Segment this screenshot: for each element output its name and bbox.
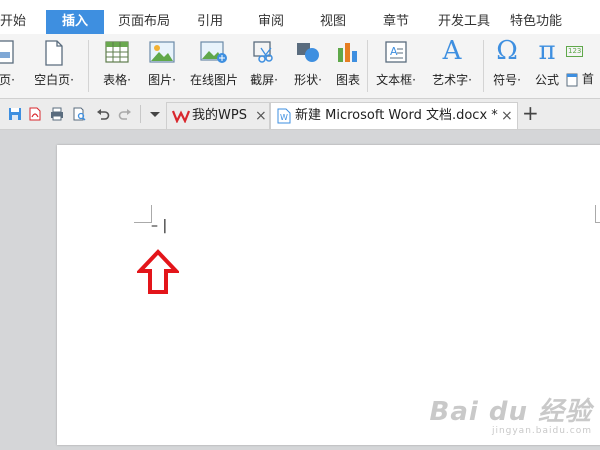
formula-button[interactable]: π 公式 (530, 34, 564, 98)
picture-button[interactable]: 图片· (142, 34, 182, 98)
header-footer-button[interactable]: 首 (566, 70, 600, 88)
table-icon (105, 41, 129, 63)
cover-page-icon (0, 40, 14, 64)
tab-page-layout-label: 页面布局 (118, 14, 171, 29)
tab-document-close[interactable]: × (501, 103, 513, 129)
textbox-button[interactable]: A 文本框· (370, 34, 422, 98)
tab-special-label: 特色功能 (510, 14, 563, 29)
red-arrow-icon (137, 249, 179, 294)
online-picture-icon (200, 41, 227, 63)
header-icon (566, 73, 578, 86)
word-doc-icon: W (277, 108, 291, 124)
svg-text:A: A (390, 45, 398, 58)
document-canvas: – | Bai du 经验 jingyan.baidu.com (0, 130, 600, 450)
save-icon[interactable] (8, 107, 22, 121)
wordart-button[interactable]: A 艺术字· (426, 34, 478, 98)
wordart-label: 艺术字· (432, 73, 472, 87)
number-badge-icon: 123 (566, 46, 584, 57)
table-label: 表格· (103, 73, 131, 87)
redo-icon[interactable] (118, 107, 132, 121)
tab-insert[interactable]: 插入 (46, 10, 104, 34)
tab-my-wps-label: 我的WPS (192, 108, 247, 123)
formula-icon: π (538, 36, 556, 66)
margin-mark-top-right (595, 205, 600, 223)
symbol-label: 符号· (493, 73, 521, 87)
menu-bar: 开始 插入 页面布局 引用 审阅 视图 章节 开发工具 特色功能 (0, 0, 600, 34)
picture-label: 图片· (148, 73, 176, 87)
tab-developer[interactable]: 开发工具 (438, 10, 490, 34)
table-button[interactable]: 表格· (96, 34, 138, 98)
screenshot-label: 截屏· (250, 73, 278, 87)
print-icon[interactable] (50, 107, 64, 121)
tab-document-label: 新建 Microsoft Word 文档.docx * (295, 108, 498, 123)
shapes-label: 形状· (294, 73, 322, 87)
shapes-button[interactable]: 形状· (288, 34, 328, 98)
screenshot-button[interactable]: 截屏· (244, 34, 284, 98)
dropdown-icon[interactable] (148, 107, 162, 121)
new-tab-button[interactable]: + (522, 101, 539, 125)
picture-icon (149, 41, 175, 63)
tab-document[interactable]: W 新建 Microsoft Word 文档.docx * × (270, 102, 518, 129)
tab-page-layout[interactable]: 页面布局 (118, 10, 170, 34)
wordart-icon: A (442, 36, 462, 66)
number-badge-button[interactable]: 123 (566, 42, 600, 57)
blank-page-label: 空白页· (34, 73, 74, 87)
margin-mark-top-left (134, 205, 152, 223)
export-pdf-icon[interactable] (28, 107, 42, 121)
ribbon-separator (483, 40, 484, 92)
online-picture-label: 在线图片 (189, 73, 238, 87)
svg-text:W: W (280, 113, 288, 122)
undo-icon[interactable] (96, 107, 110, 121)
tab-my-wps[interactable]: 我的WPS × (166, 102, 270, 129)
tab-section[interactable]: 章节 (383, 10, 409, 34)
watermark: Bai du 经验 jingyan.baidu.com (430, 391, 593, 436)
header-label: 首 (581, 72, 594, 86)
textbox-label: 文本框· (376, 73, 416, 87)
chart-button[interactable]: 图表 (330, 34, 366, 98)
ribbon-separator (367, 40, 368, 92)
wps-logo-icon (172, 110, 190, 123)
tab-special[interactable]: 特色功能 (510, 10, 562, 34)
tab-review-label: 审阅 (258, 14, 285, 29)
online-picture-button[interactable]: 在线图片 (186, 34, 242, 98)
tab-my-wps-close[interactable]: × (255, 103, 267, 129)
print-preview-icon[interactable] (72, 107, 86, 121)
blank-page-button[interactable]: 空白页· (30, 34, 78, 98)
blank-page-icon (45, 40, 63, 66)
cover-page-label: 页· (0, 73, 15, 87)
tab-developer-label: 开发工具 (438, 14, 491, 29)
toolbar-separator (140, 105, 141, 123)
ribbon-separator (88, 40, 89, 92)
chart-icon (338, 43, 357, 62)
tab-view-label: 视图 (320, 14, 347, 29)
tab-insert-label: 插入 (61, 14, 88, 29)
cover-page-button[interactable]: 页· (0, 34, 24, 98)
tab-references[interactable]: 引用 (197, 10, 223, 34)
tab-review[interactable]: 审阅 (258, 10, 284, 34)
tab-home[interactable]: 开始 (0, 10, 40, 34)
symbol-button[interactable]: Ω 符号· (486, 34, 528, 98)
tab-bar: 我的WPS × W 新建 Microsoft Word 文档.docx * × … (0, 99, 600, 130)
watermark-main: Bai du 经验 (429, 397, 592, 427)
shapes-icon (297, 43, 319, 62)
ribbon: 页· 空白页· 表格· 图片· 在线图片 截屏· 形状· 图表 A 文本框· A… (0, 34, 600, 99)
symbol-icon: Ω (496, 36, 518, 66)
chart-label: 图表 (335, 73, 360, 87)
tab-view[interactable]: 视图 (320, 10, 346, 34)
tab-references-label: 引用 (197, 14, 224, 29)
tab-section-label: 章节 (383, 14, 410, 29)
text-cursor: – | (151, 218, 168, 234)
formula-label: 公式 (534, 73, 559, 87)
tab-home-label: 开始 (0, 14, 27, 29)
screenshot-icon (253, 41, 273, 63)
textbox-icon: A (385, 41, 407, 63)
